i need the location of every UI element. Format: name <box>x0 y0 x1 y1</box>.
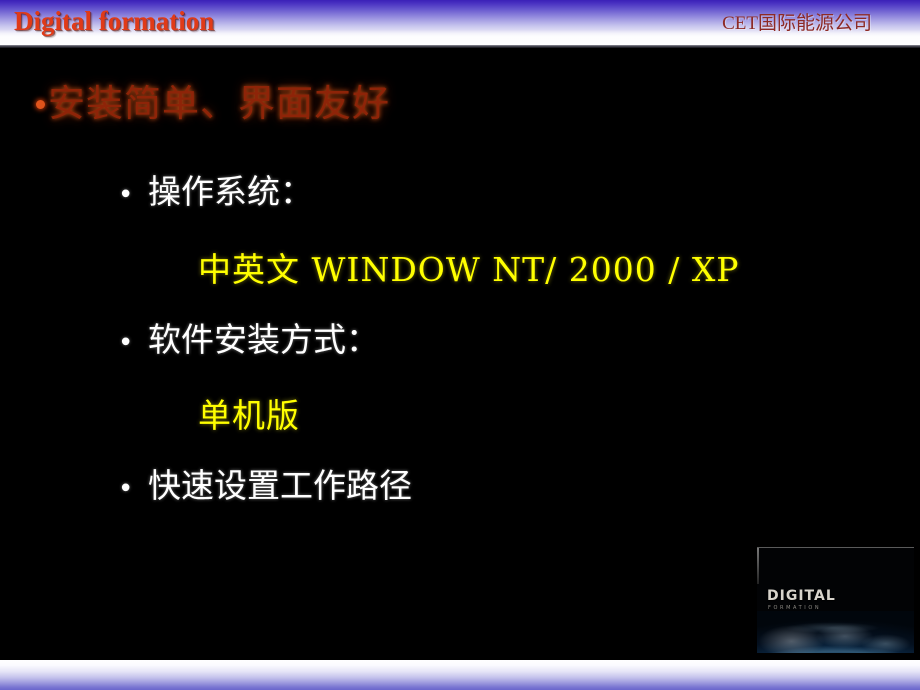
page-title: Digital formation <box>14 6 215 36</box>
list-item: • 软件安装方式： <box>118 320 379 363</box>
earth-horizon-image <box>757 611 914 653</box>
level1-bullet: 安装简单、界面友好 <box>36 82 390 126</box>
slide-header-band: Digital formation CET国际能源公司 <box>0 0 920 45</box>
list-item: • 快速设置工作路径 <box>118 466 412 509</box>
list-item-label: 软件安装方式： <box>148 320 379 359</box>
bullet-marker-icon: • <box>118 474 134 504</box>
list-item-label: 操作系统： <box>148 172 313 211</box>
slide: Digital formation CET国际能源公司 安装简单、界面友好 • … <box>0 0 920 690</box>
earth-atmosphere-limb <box>757 611 914 653</box>
slide-footer-band <box>0 660 920 690</box>
logo-brand-text: DIGITAL <box>767 588 836 604</box>
bullet-marker-icon: • <box>118 180 134 210</box>
bullet-marker-icon: • <box>118 328 134 358</box>
list-item-detail: 中英文 WINDOW NT/ 2000 / XP <box>198 250 740 289</box>
company-name: CET国际能源公司 <box>722 13 872 34</box>
digital-formation-logo: DIGITAL FORMATION <box>757 547 914 653</box>
list-item-label: 快速设置工作路径 <box>148 466 412 505</box>
level1-bullet-text: 安装简单、界面友好 <box>48 82 390 125</box>
list-item-detail: 单机版 <box>198 396 300 435</box>
bullet-dot-icon <box>36 99 45 109</box>
logo-edge-accent <box>757 548 759 584</box>
list-item: • 操作系统： <box>118 172 313 215</box>
